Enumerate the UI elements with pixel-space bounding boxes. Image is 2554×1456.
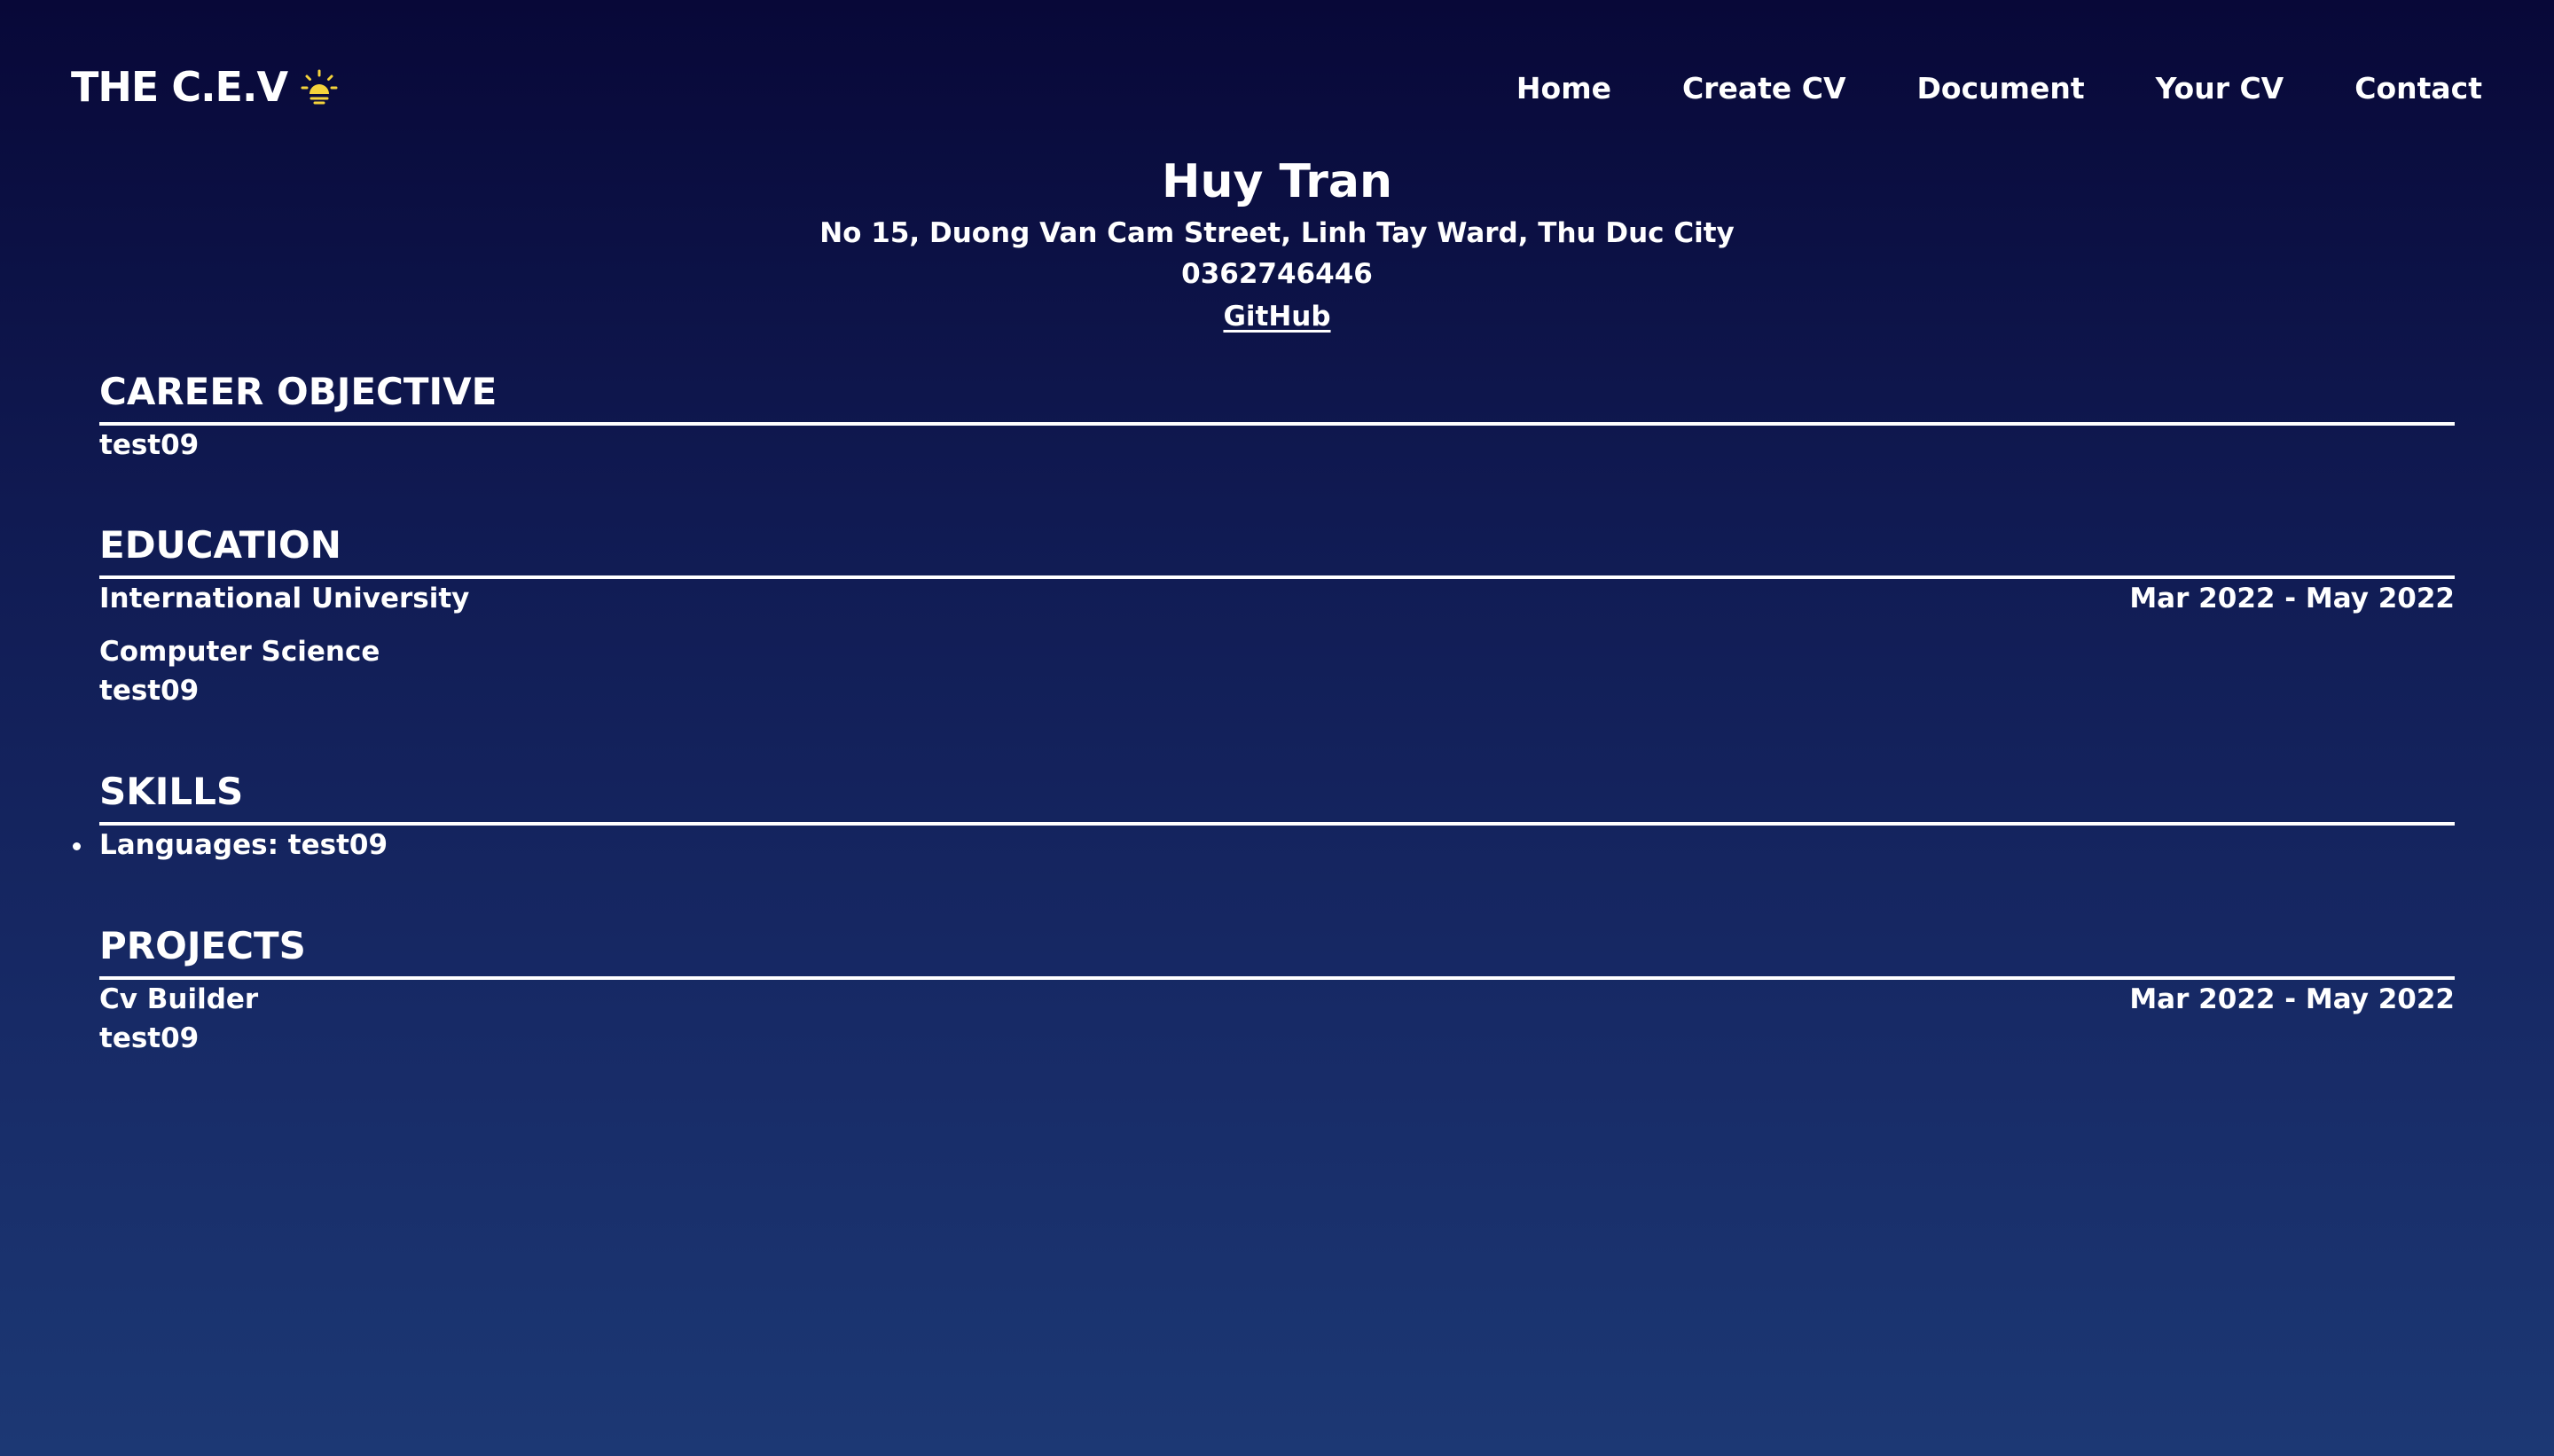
section-title: CAREER OBJECTIVE [99,370,497,413]
nav-home[interactable]: Home [1516,64,1611,114]
sun-icon [301,69,338,105]
education-description: test09 [99,675,200,707]
profile-address: No 15, Duong Van Cam Street, Linh Tay Wa… [819,217,1735,249]
skill-item: Languages: test09 [73,826,2455,865]
project-name: Cv Builder [99,983,259,1015]
profile-name: Huy Tran [1161,155,1393,208]
projects-section: PROJECTS Cv Builder Mar 2022 - May 2022 … [99,920,2455,1058]
career-objective-text: test09 [99,429,200,461]
bullet-icon [73,842,81,850]
nav-your-cv[interactable]: Your CV [2156,64,2284,114]
section-title: PROJECTS [99,924,306,967]
skills-section: SKILLS Languages: test09 [73,765,2455,865]
education-major: Computer Science [99,636,380,668]
nav-create-cv[interactable]: Create CV [1682,64,1846,114]
education-dates: Mar 2022 - May 2022 [2129,583,2455,614]
project-dates: Mar 2022 - May 2022 [2129,983,2455,1015]
logo-text: THE C.E.V [71,63,288,111]
education-section: EDUCATION International University Mar 2… [99,519,2455,710]
project-description: test09 [99,1022,200,1054]
career-objective-section: CAREER OBJECTIVE test09 [99,365,2455,465]
logo[interactable]: THE C.E.V [71,59,339,115]
skill-text: Languages: test09 [99,829,388,861]
nav-document[interactable]: Document [1917,64,2085,114]
education-header-row: International University Mar 2022 - May … [99,579,2455,618]
nav-contact[interactable]: Contact [2354,64,2482,114]
project-header-row: Cv Builder Mar 2022 - May 2022 [99,980,2455,1019]
section-title: EDUCATION [99,523,341,567]
section-title: SKILLS [99,770,244,813]
github-link[interactable]: GitHub [1223,301,1330,333]
main-nav: Home Create CV Document Your CV Contact [1445,64,2482,114]
profile-phone: 0362746446 [1181,258,1373,290]
education-school: International University [99,583,470,614]
profile-links: GitHub [0,296,2554,337]
